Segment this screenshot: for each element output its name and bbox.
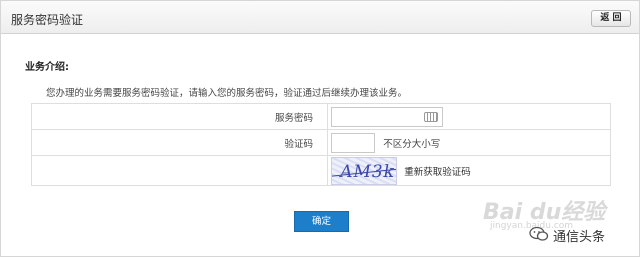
wechat-watermark: 通信头条: [529, 223, 639, 245]
password-input[interactable]: [331, 106, 443, 127]
captcha-image[interactable]: AM3k: [331, 156, 397, 185]
captcha-row: AM3k 重新获取验证码: [31, 155, 611, 186]
verify-form: 服务密码 验证码 不区分大小写 AM3k 重新获取验证码: [31, 103, 611, 186]
code-cell: 不区分大小写: [327, 129, 611, 156]
code-input[interactable]: [331, 132, 375, 153]
code-row: 验证码 不区分大小写: [31, 129, 611, 156]
confirm-button[interactable]: 确定: [294, 211, 349, 232]
wechat-label: 通信头条: [553, 230, 606, 245]
page-title: 服务密码验证: [11, 13, 84, 27]
password-row: 服务密码: [31, 103, 611, 130]
refresh-captcha-link[interactable]: 重新获取验证码: [404, 167, 471, 178]
wechat-icon: [529, 226, 549, 241]
section-title: 业务介绍:: [25, 62, 69, 73]
password-verify-panel: 服务密码验证 返 回 业务介绍: 您办理的业务需要服务密码验证，请输入您的服务密…: [0, 0, 640, 257]
back-button[interactable]: 返 回: [591, 10, 631, 27]
captcha-label-cell: [31, 155, 328, 186]
panel-header: 服务密码验证 返 回: [1, 1, 639, 34]
intro-text: 您办理的业务需要服务密码验证，请输入您的服务密码，验证通过后继续办理该业务。: [46, 88, 408, 99]
password-cell: [327, 103, 611, 130]
captcha-cell: AM3k 重新获取验证码: [327, 155, 611, 186]
keyboard-icon[interactable]: [424, 111, 438, 122]
case-insensitive-hint: 不区分大小写: [383, 138, 441, 150]
code-label: 验证码: [31, 129, 328, 156]
password-label: 服务密码: [31, 103, 328, 130]
